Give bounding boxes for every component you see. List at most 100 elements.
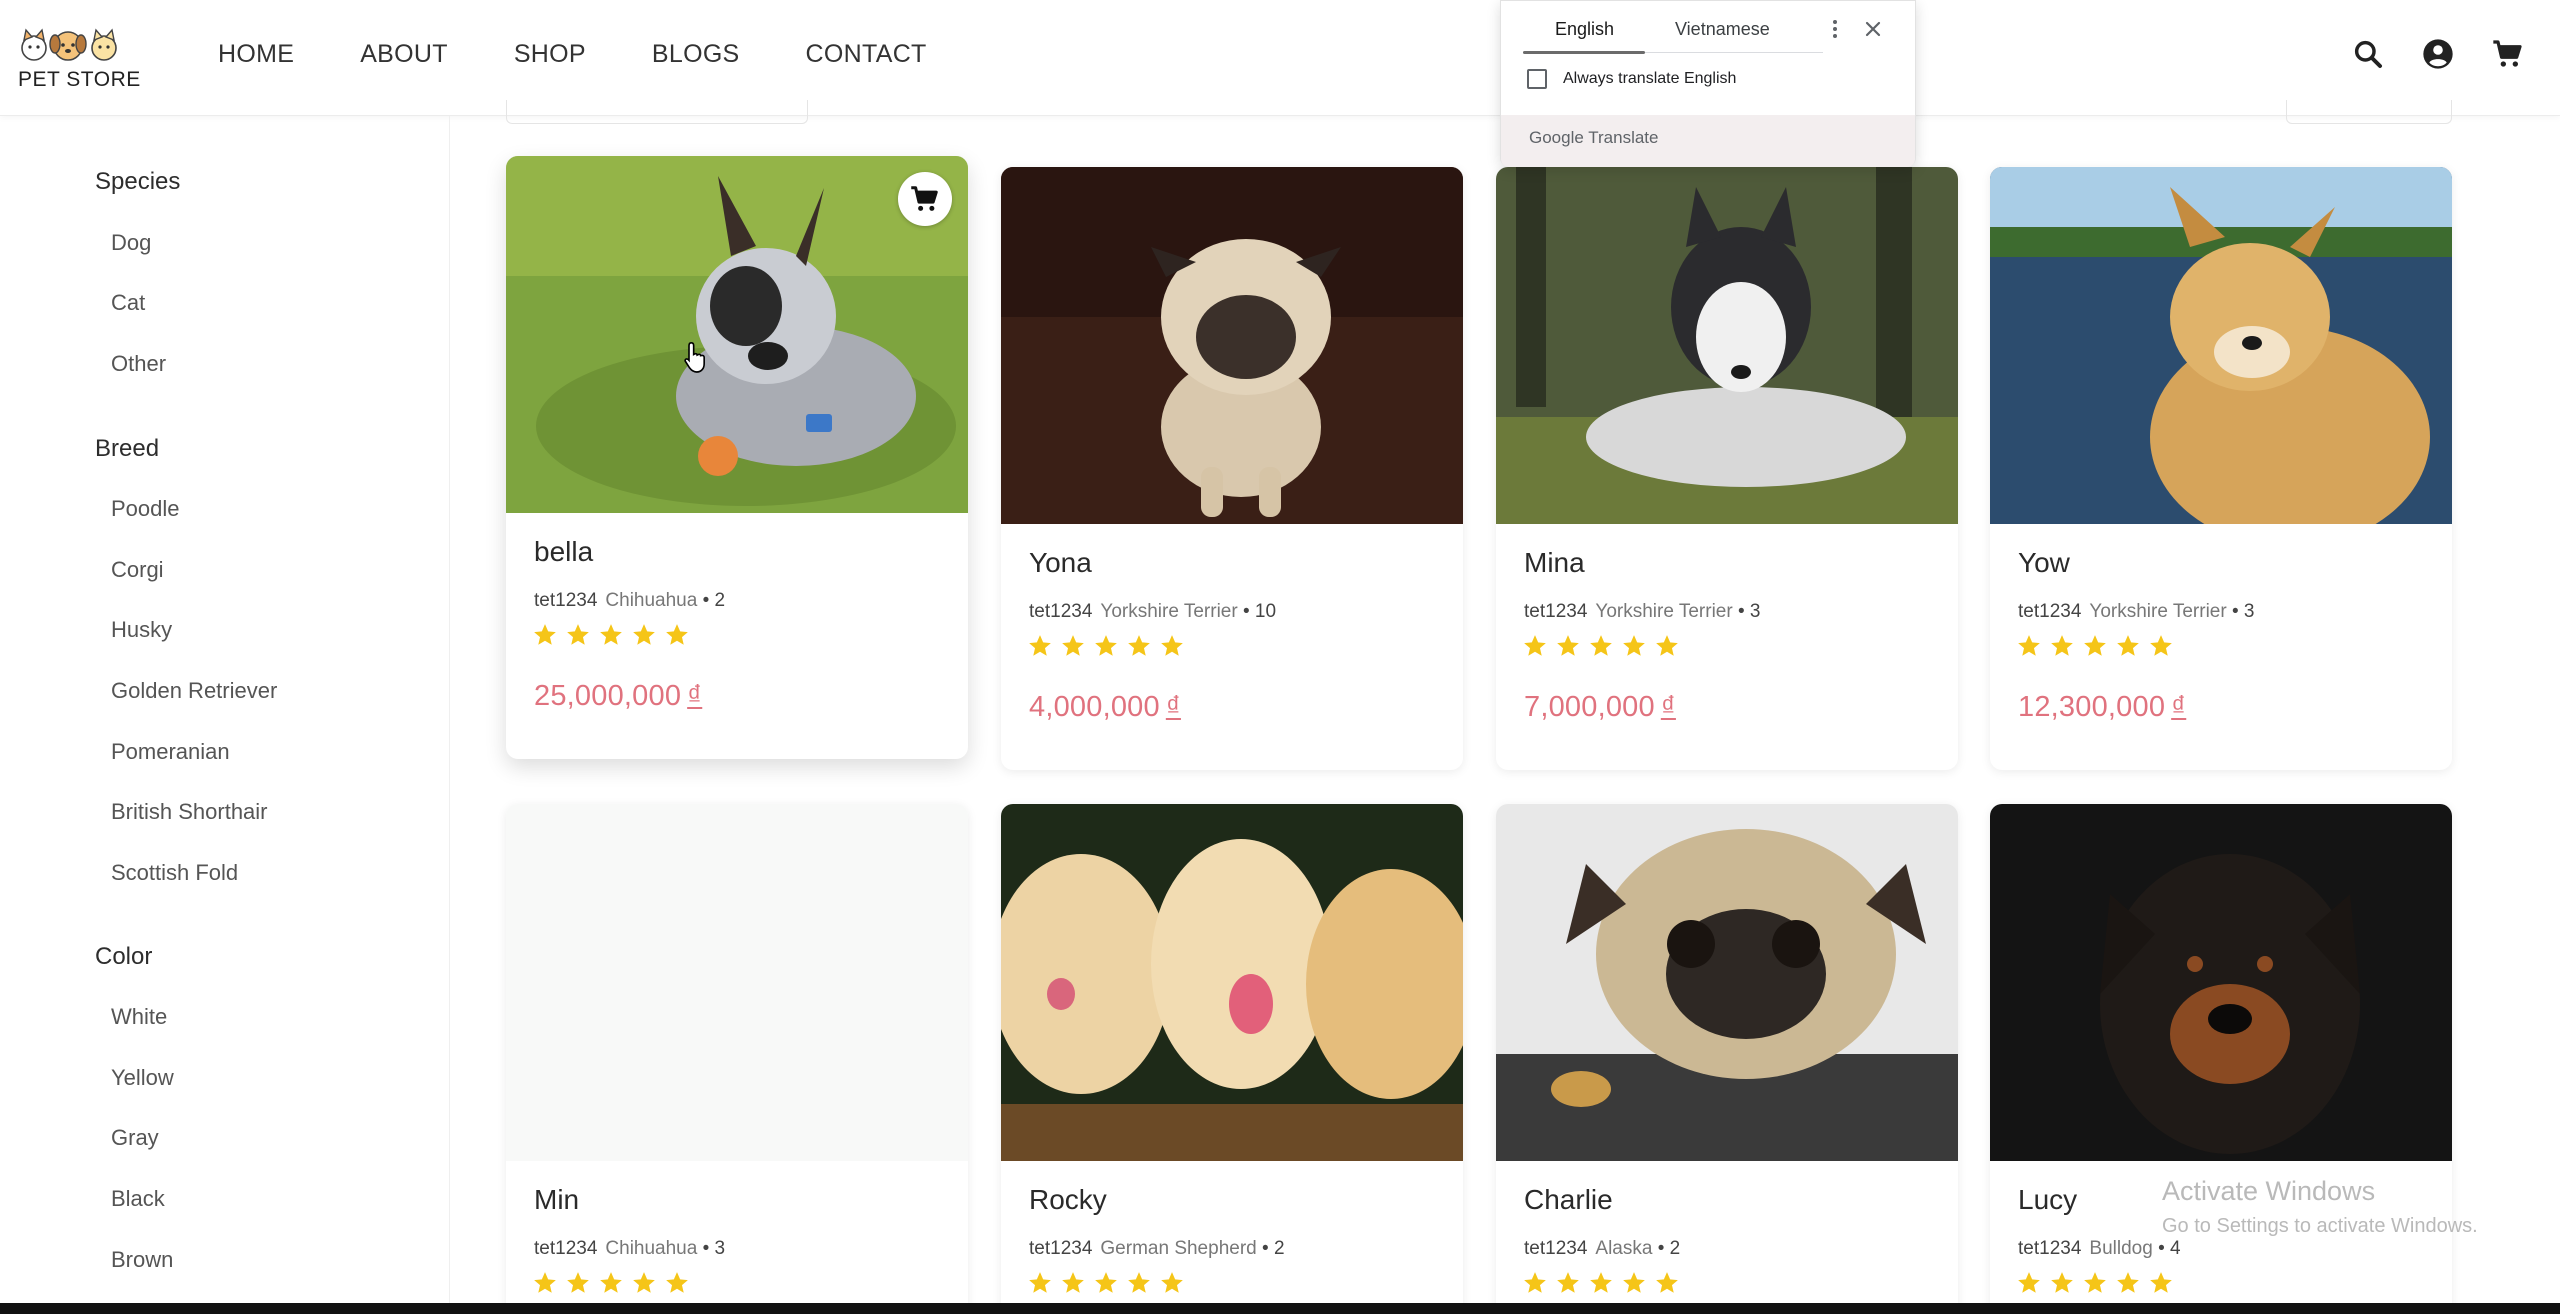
price-value: 4,000,000 [1029,691,1160,723]
product-card[interactable]: Yow tet1234 Yorkshire Terrier • 3 12,300,… [1990,167,2452,770]
nav-home[interactable]: HOME [218,40,294,69]
view-select[interactable] [2286,100,2452,124]
filter-color-black[interactable]: Black [111,1186,165,1212]
star-icon [633,624,655,645]
translate-tabs: English Vietnamese [1523,15,1823,54]
product-name[interactable]: Rocky [1029,1184,1107,1216]
filter-species-cat[interactable]: Cat [111,290,145,316]
pets-logo-icon [21,28,117,61]
product-meta: tet1234 Yorkshire Terrier • 3 [2018,601,2255,622]
price-value: 25,000,000 [534,680,682,712]
add-to-cart-button[interactable] [898,172,952,226]
filter-species-dog[interactable]: Dog [111,230,151,256]
nav-blogs[interactable]: BLOGS [652,40,740,69]
product-name[interactable]: Yow [2018,547,2070,579]
product-card[interactable]: bella tet1234 Chihuahua • 2 25,000,000 ₫ [506,156,968,759]
filter-breed-golden-retriever[interactable]: Golden Retriever [111,678,277,704]
product-card[interactable]: Charlie tet1234 Alaska • 2 [1496,804,1958,1314]
site-header: PET STORE HOME ABOUT SHOP BLOGS CONTACT [0,0,2560,116]
price-currency: ₫ [1165,691,1181,723]
filter-title-breed: Breed [95,435,160,462]
star-icon [1656,1272,1678,1293]
star-icon [1161,1272,1183,1293]
nav-about[interactable]: ABOUT [360,40,448,69]
product-age: 10 [1254,601,1277,622]
filter-breed-scottish-fold[interactable]: Scottish Fold [111,860,238,886]
product-rating [532,622,690,648]
product-card[interactable]: Mina tet1234 Yorkshire Terrier • 3 7,000,… [1496,167,1958,770]
star-icon [567,624,589,645]
filter-color-white[interactable]: White [111,1004,167,1030]
product-price: 7,000,000 ₫ [1524,691,1676,724]
product-name[interactable]: Lucy [2018,1184,2077,1216]
filter-title-species: Species [95,168,181,195]
nav-contact[interactable]: CONTACT [806,40,927,69]
account-circle-icon[interactable] [2422,38,2454,70]
product-image[interactable] [1990,804,2452,1161]
translate-footer: Google Translate [1501,115,1915,167]
product-breed: Chihuahua [605,590,698,611]
product-card[interactable]: Rocky tet1234 German Shepherd • 2 [1001,804,1463,1314]
star-icon [1095,1272,1117,1293]
star-icon [2084,1272,2106,1293]
filter-breed-corgi[interactable]: Corgi [111,557,164,583]
filter-breed-husky[interactable]: Husky [111,617,172,643]
filter-breed-pomeranian[interactable]: Pomeranian [111,739,230,765]
product-age: 2 [714,590,726,611]
product-meta: tet1234 Chihuahua • 3 [534,1238,726,1259]
product-image[interactable] [1496,167,1958,524]
product-seller: tet1234 [2018,1238,2082,1259]
pet-store-logo[interactable]: PET STORE [16,24,140,94]
product-image[interactable] [1496,804,1958,1161]
product-name[interactable]: Charlie [1524,1184,1613,1216]
product-age: 4 [2170,1238,2181,1259]
star-icon [666,624,688,645]
star-icon [1590,635,1612,656]
product-name[interactable]: bella [534,536,593,568]
watermark-subtitle: Go to Settings to activate Windows. [2162,1215,2478,1237]
product-image[interactable] [1001,167,1463,524]
product-image[interactable] [506,156,968,513]
filter-color-yellow[interactable]: Yellow [111,1065,174,1091]
product-rating [1522,1270,1680,1296]
product-age: 3 [1749,601,1761,622]
product-card[interactable]: Min tet1234 Chihuahua • 3 [506,804,968,1314]
more-vert-icon[interactable] [1823,17,1847,41]
product-meta: tet1234 Yorkshire Terrier • 3 [1524,601,1761,622]
product-image[interactable] [1990,167,2452,524]
price-value: 12,300,000 [2018,691,2166,723]
always-translate-row[interactable]: Always translate English [1527,69,1736,89]
product-meta: tet1234 Yorkshire Terrier • 10 [1029,601,1277,622]
tab-english[interactable]: English [1555,19,1614,40]
filter-title-color: Color [95,943,153,970]
close-icon[interactable] [1861,17,1885,41]
star-icon [2018,1272,2040,1293]
activate-windows-watermark: Activate Windows Go to Settings to activ… [2162,1176,2478,1238]
star-icon [666,1272,688,1293]
filter-species-other[interactable]: Other [111,351,166,377]
filter-color-gray[interactable]: Gray [111,1125,159,1151]
product-image[interactable] [506,804,968,1161]
product-name[interactable]: Yona [1029,547,1092,579]
cart-icon[interactable] [2492,38,2524,70]
filter-breed-poodle[interactable]: Poodle [111,496,180,522]
product-name[interactable]: Mina [1524,547,1585,579]
brand-google: Google [1529,128,1584,147]
product-card[interactable]: Yona tet1234 Yorkshire Terrier • 10 4,000… [1001,167,1463,770]
product-meta: tet1234 German Shepherd • 2 [1029,1238,1285,1259]
product-name[interactable]: Min [534,1184,579,1216]
tab-vietnamese[interactable]: Vietnamese [1675,19,1770,40]
product-breed: Yorkshire Terrier [2089,601,2227,622]
always-translate-label: Always translate English [1563,70,1737,87]
product-image[interactable] [1001,804,1463,1161]
sort-select[interactable] [506,100,808,124]
filter-breed-british-shorthair[interactable]: British Shorthair [111,799,268,825]
star-icon [2051,1272,2073,1293]
product-rating [1027,1270,1185,1296]
price-currency: ₫ [1660,691,1676,723]
filter-color-brown[interactable]: Brown [111,1247,173,1273]
nav-shop[interactable]: SHOP [514,40,586,69]
product-price: 25,000,000 ₫ [534,680,702,713]
search-icon[interactable] [2352,38,2384,70]
always-translate-checkbox[interactable] [1527,69,1547,89]
